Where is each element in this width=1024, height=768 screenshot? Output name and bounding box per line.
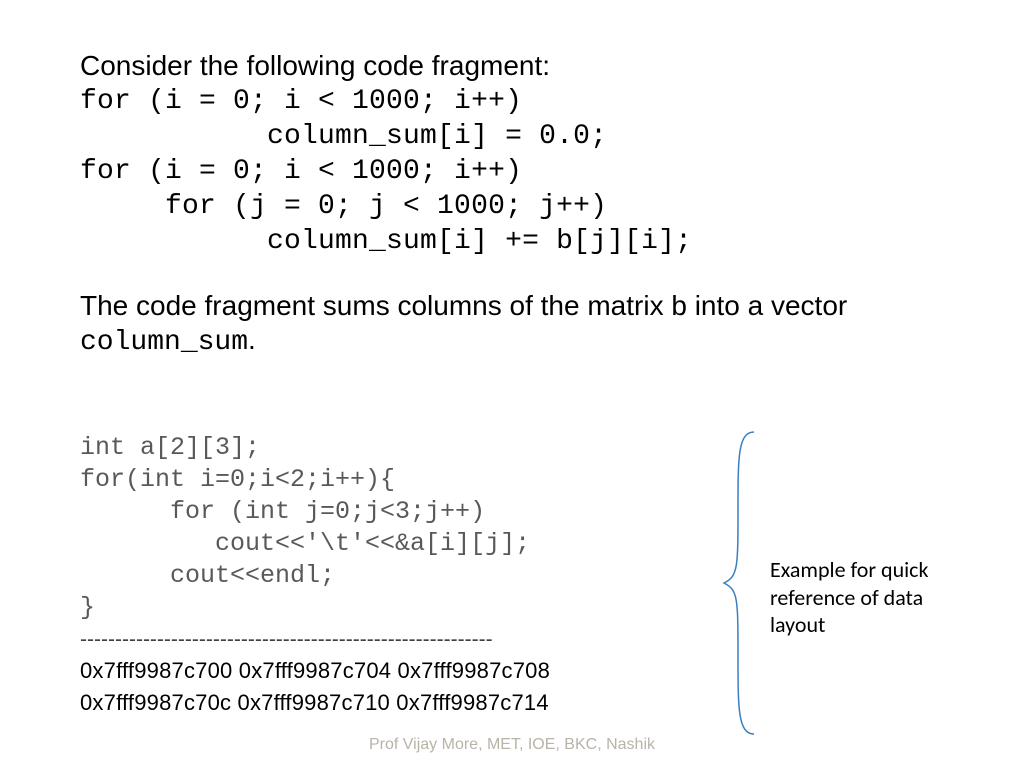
curly-brace-icon bbox=[720, 428, 764, 738]
code-fragment-1: for (i = 0; i < 1000; i++) column_sum[i]… bbox=[80, 84, 954, 259]
desc-mono: column_sum bbox=[80, 327, 248, 358]
footer-credit: Prof Vijay More, MET, IOE, BKC, Nashik bbox=[0, 736, 1024, 754]
desc-post: . bbox=[248, 324, 256, 355]
slide: Consider the following code fragment: fo… bbox=[0, 0, 1024, 768]
desc-pre: The code fragment sums columns of the ma… bbox=[80, 290, 847, 321]
brace-annotation: Example for quick reference of data layo… bbox=[720, 428, 980, 738]
intro-text: Consider the following code fragment: bbox=[80, 50, 954, 82]
description: The code fragment sums columns of the ma… bbox=[80, 289, 954, 359]
brace-label: Example for quick reference of data layo… bbox=[770, 556, 970, 639]
